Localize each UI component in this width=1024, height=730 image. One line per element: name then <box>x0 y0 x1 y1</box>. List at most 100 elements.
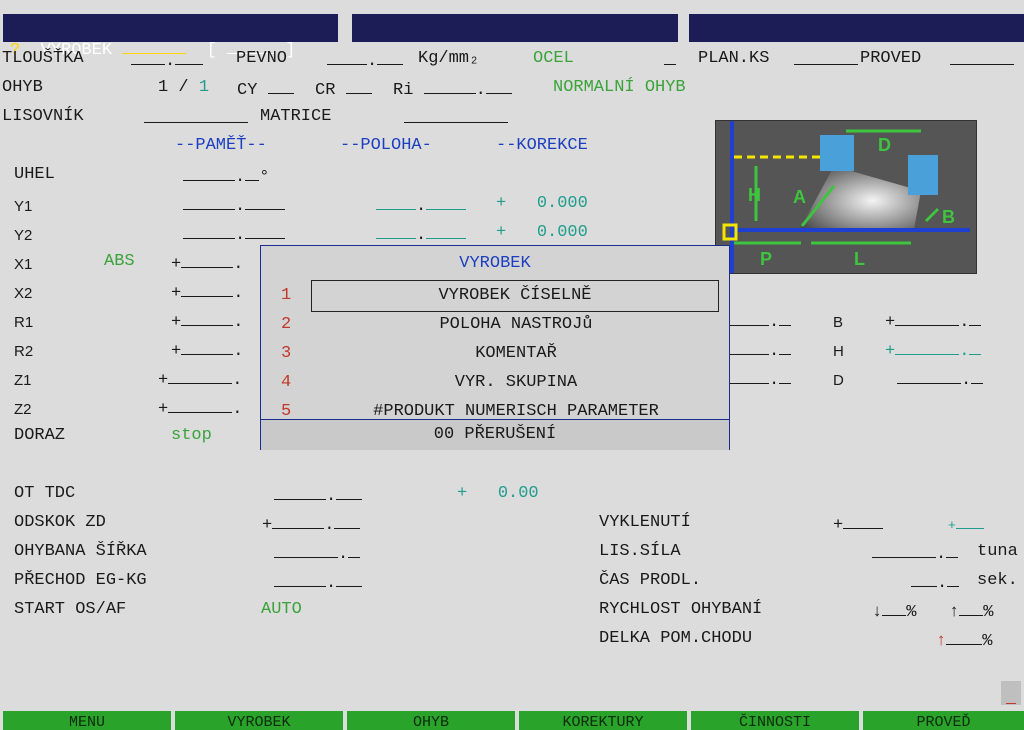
y1-position-field: . <box>376 194 467 217</box>
bend-label: OHYB <box>2 78 43 97</box>
x1-memory-field[interactable]: +. <box>171 252 243 275</box>
diag-label-h: H <box>748 185 761 205</box>
col-correction: --KOREKCE <box>496 136 588 155</box>
cr-field[interactable] <box>345 78 372 94</box>
ot-tdc-field[interactable]: . <box>274 484 363 507</box>
doraz-label: DORAZ <box>14 426 66 445</box>
z1-memory-field[interactable]: +. <box>158 368 242 391</box>
bend-diagram: D H A B P L <box>715 120 977 274</box>
vyklenuti-label: VYKLENUTÍ <box>599 513 691 532</box>
softkey-bar: MENU VYROBEK OHYB KOREKTURY ČINNOSTI PRO… <box>0 711 1024 730</box>
cr-label: CR <box>315 81 336 100</box>
bend-sep: / <box>178 78 189 97</box>
popup-item-label: KOMENTAŘ <box>475 344 557 363</box>
plan-field[interactable] <box>794 49 858 72</box>
lis-sila-unit: tuna <box>977 542 1018 561</box>
strength-label: PEVNO <box>236 49 288 68</box>
diag-label-b: B <box>942 207 955 227</box>
strength-field[interactable]: . <box>327 49 404 72</box>
b-label: B <box>833 314 844 331</box>
col-memory: --PAMĚŤ-- <box>175 136 267 155</box>
d-label: D <box>833 372 844 389</box>
diag-label-a: A <box>793 187 806 207</box>
popup-item-1[interactable]: 1 VYROBEK ČÍSELNĚ <box>261 280 729 312</box>
arrow-up-icon: ↑ <box>936 632 947 651</box>
y1-correction[interactable]: 0.000 <box>537 194 588 213</box>
z2-memory-field[interactable]: +. <box>158 397 242 420</box>
prechod-label: PŘECHOD EG-KG <box>14 571 147 590</box>
x2-label: X2 <box>14 285 33 302</box>
softkey-ohyb[interactable]: OHYB <box>347 711 515 730</box>
die-label: MATRICE <box>260 107 332 126</box>
material-field[interactable] <box>664 49 676 72</box>
y1-memory-field[interactable]: . <box>183 194 286 217</box>
bend-current[interactable]: 1 <box>158 78 168 97</box>
cas-field[interactable]: . <box>911 571 960 594</box>
d-field[interactable]: . <box>897 368 984 391</box>
thickness-field[interactable]: . <box>131 49 204 72</box>
popup-item-4[interactable]: 4 VYR. SKUPINA <box>261 368 729 397</box>
popup-item-label: VYROBEK ČÍSELNĚ <box>311 280 719 312</box>
softkey-proved[interactable]: PROVEĎ <box>863 711 1024 730</box>
r1-memory-field[interactable]: +. <box>171 310 243 333</box>
uhel-field[interactable]: . ° <box>183 165 269 188</box>
bend-type[interactable]: NORMALNÍ OHYB <box>553 78 686 97</box>
thickness-row: TLOUŠŤKA <box>2 49 84 69</box>
vyklenuti-field[interactable]: + <box>833 513 884 536</box>
unit-label: Kg/mm <box>418 49 470 68</box>
y2-position-field: . <box>376 223 467 246</box>
arrow-up-icon: ↑ <box>949 603 960 622</box>
ot-tdc-correction[interactable]: 0.00 <box>498 484 539 503</box>
y2-correction[interactable]: 0.000 <box>537 223 588 242</box>
material-value[interactable]: OCEL <box>533 49 574 68</box>
start-value[interactable]: AUTO <box>261 600 302 619</box>
y2-label: Y2 <box>14 227 33 244</box>
diag-label-p: P <box>760 249 772 269</box>
delka-label: DELKA POM.CHODU <box>599 629 753 648</box>
h-field[interactable]: +. <box>885 339 982 362</box>
proved-label: PROVED <box>860 49 922 68</box>
ri-field[interactable] <box>423 78 476 94</box>
proved-field[interactable] <box>950 49 1014 72</box>
rychlost-up-field[interactable]: ↑% <box>949 600 993 623</box>
h-label: H <box>833 343 844 360</box>
cy-field[interactable] <box>267 78 294 94</box>
cas-unit: sek. <box>977 571 1018 590</box>
r2-memory-field[interactable]: +. <box>171 339 243 362</box>
y2-memory-field[interactable]: . <box>183 223 286 246</box>
popup-item-label: VYR. SKUPINA <box>454 373 578 392</box>
bracket-open: [ <box>206 41 217 60</box>
y1-corr-sign: + <box>496 194 507 213</box>
ohybana-field[interactable]: . <box>274 542 361 565</box>
z2-label: Z2 <box>14 401 32 418</box>
punch-label: LISOVNÍK <box>2 107 84 126</box>
softkey-korektury[interactable]: KOREKTURY <box>519 711 687 730</box>
popup-cancel-button[interactable]: 00 PŘERUŠENÍ <box>261 419 729 450</box>
doraz-value[interactable]: stop <box>171 426 212 445</box>
y2-corr-sign: + <box>496 223 507 242</box>
punch-field[interactable] <box>144 107 248 130</box>
tool-upper <box>820 135 854 171</box>
frame-bottom <box>730 228 970 232</box>
cy-label: CY <box>237 81 258 100</box>
bend-total: 1 <box>198 78 210 97</box>
die-field[interactable] <box>404 107 508 130</box>
uhel-label: UHEL <box>14 165 55 184</box>
prechod-field[interactable]: . <box>274 571 363 594</box>
softkey-vyrobek[interactable]: VYROBEK <box>175 711 343 730</box>
x2-memory-field[interactable]: +. <box>171 281 243 304</box>
odskok-field[interactable]: +. <box>262 513 361 536</box>
rychlost-down-field[interactable]: ↓% <box>872 600 916 623</box>
x1-label: X1 <box>14 256 33 273</box>
arrow-down-icon: ↓ <box>872 603 883 622</box>
popup-item-2[interactable]: 2 POLOHA NASTROJů <box>261 310 729 339</box>
cas-label: ČAS PRODL. <box>599 571 702 590</box>
delka-field[interactable]: ↑% <box>936 629 992 652</box>
vyklenuti-correction[interactable]: + <box>948 513 984 536</box>
x1-abs[interactable]: ABS <box>104 252 135 271</box>
b-field[interactable]: +. <box>885 310 982 333</box>
softkey-cinnosti[interactable]: ČINNOSTI <box>691 711 859 730</box>
popup-item-3[interactable]: 3 KOMENTAŘ <box>261 339 729 368</box>
lis-sila-field[interactable]: . <box>872 542 959 565</box>
softkey-menu[interactable]: MENU <box>3 711 171 730</box>
